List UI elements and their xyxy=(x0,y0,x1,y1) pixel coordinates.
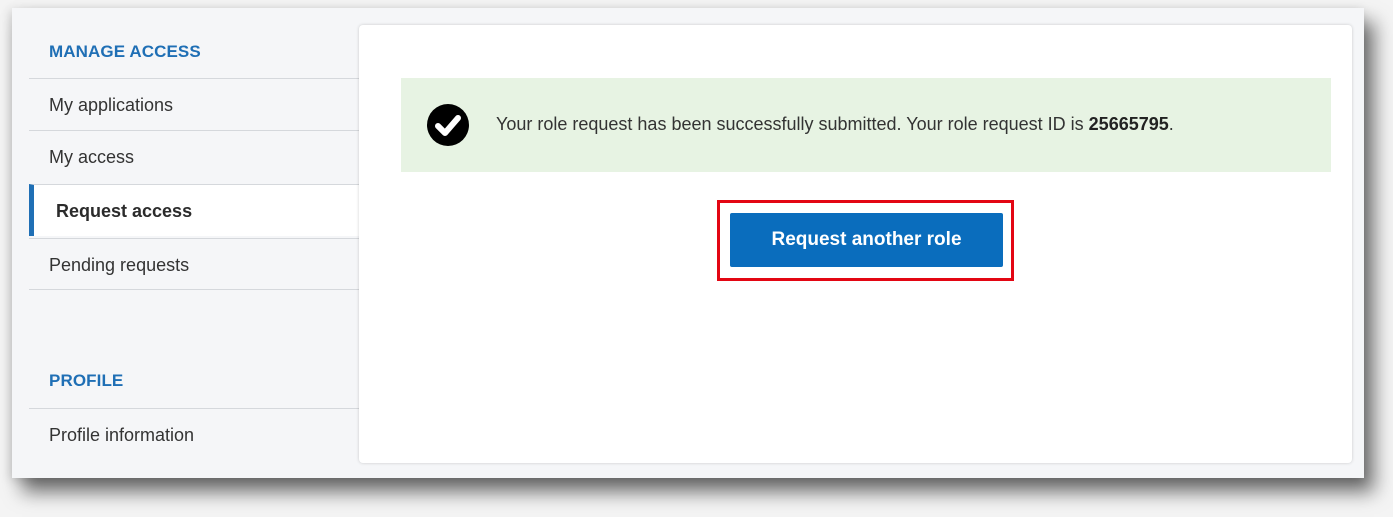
role-request-id: 25665795 xyxy=(1088,114,1169,134)
profile-heading: PROFILE xyxy=(49,371,124,390)
sidebar-item-my-applications[interactable]: My applications xyxy=(29,78,359,130)
request-another-role-button[interactable]: Request another role xyxy=(730,213,1003,267)
success-alert: Your role request has been successfully … xyxy=(401,78,1331,172)
success-message: Your role request has been successfully … xyxy=(496,114,1174,135)
sidebar-item-request-access[interactable]: Request access xyxy=(29,184,359,236)
success-message-text: Your role request has been successfully … xyxy=(496,114,1089,134)
main-panel: Your role request has been successfully … xyxy=(359,25,1352,463)
sidebar: MANAGE ACCESS My applications My access … xyxy=(29,8,359,478)
app-frame: MANAGE ACCESS My applications My access … xyxy=(12,8,1364,478)
check-circle-icon xyxy=(427,104,469,146)
sidebar-item-pending-requests[interactable]: Pending requests xyxy=(29,238,359,290)
sidebar-item-my-access[interactable]: My access xyxy=(29,130,359,182)
manage-access-heading: MANAGE ACCESS xyxy=(49,42,201,61)
success-message-end: . xyxy=(1168,114,1174,134)
sidebar-item-profile-information[interactable]: Profile information xyxy=(29,408,359,460)
highlight-box: Request another role xyxy=(717,200,1014,281)
